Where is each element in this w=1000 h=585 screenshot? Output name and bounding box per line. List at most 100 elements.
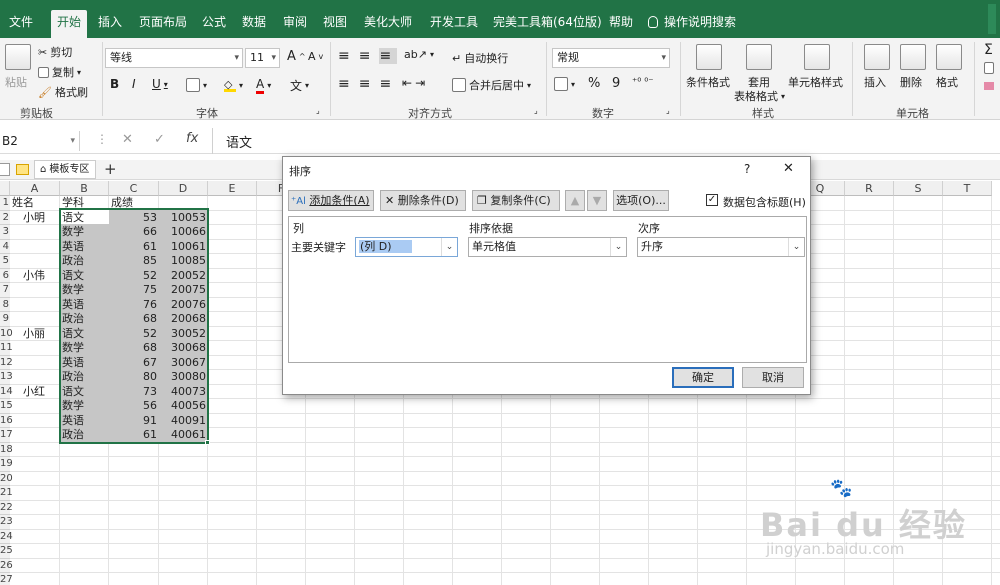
cell-c[interactable]: 52 (109, 327, 157, 342)
underline-button[interactable]: U ▾ (152, 77, 168, 91)
comma-style-button[interactable]: 9 (612, 76, 620, 91)
cell-a[interactable]: 小伟 (23, 269, 60, 284)
delete-cells-icon[interactable] (900, 44, 926, 70)
row-header[interactable]: 25 (0, 544, 13, 559)
paste-icon[interactable] (5, 44, 31, 70)
cell-c[interactable]: 52 (109, 269, 157, 284)
wrap-text-button[interactable]: ↵ 自动换行 (452, 50, 508, 66)
cell-b[interactable]: 学科 (62, 196, 109, 211)
cell-d[interactable]: 10085 (159, 254, 206, 269)
cell-c[interactable]: 80 (109, 370, 157, 385)
order-select[interactable]: 升序 ⌄ (637, 237, 805, 257)
row-header[interactable]: 18 (0, 442, 13, 457)
grow-font-button[interactable]: A ^ (287, 49, 306, 64)
cell-d[interactable]: 10061 (159, 240, 206, 255)
cell-b[interactable]: 英语 (62, 356, 109, 371)
ribbon-tab[interactable]: 开发工具 (424, 10, 484, 36)
cell-c[interactable]: 66 (109, 225, 157, 240)
cell-b[interactable]: 语文 (62, 385, 109, 400)
ribbon-tab[interactable]: 审阅 (277, 10, 313, 36)
row-header[interactable]: 12 (0, 355, 13, 370)
column-header[interactable]: R (845, 181, 894, 196)
column-header[interactable]: C (109, 181, 159, 196)
row-header[interactable]: 14 (0, 384, 13, 399)
cell-b[interactable]: 语文 (62, 211, 109, 226)
cell-c[interactable]: 61 (109, 428, 157, 443)
cell-d[interactable]: 20076 (159, 298, 206, 313)
cell-d[interactable]: 40056 (159, 399, 206, 414)
tell-me-search[interactable]: 操作说明搜索 (648, 13, 736, 30)
cell-d[interactable]: 30052 (159, 327, 206, 342)
cell-b[interactable]: 政治 (62, 370, 109, 385)
autosum-button[interactable]: Σ (984, 42, 993, 58)
ribbon-tab[interactable]: 插入 (92, 10, 128, 36)
row-header[interactable]: 20 (0, 471, 13, 486)
move-down-button[interactable]: ▼ (587, 190, 607, 211)
insert-cells-icon[interactable] (864, 44, 890, 70)
copy-button[interactable]: 复制 ▾ (38, 64, 81, 80)
insert-cells-button[interactable]: 插入 (864, 74, 886, 90)
cell-b[interactable]: 数学 (62, 225, 109, 240)
bold-button[interactable]: B (110, 77, 119, 91)
row-header[interactable]: 6 (0, 268, 10, 283)
column-header[interactable]: S (894, 181, 943, 196)
decimal-buttons[interactable]: ⁺⁰ ⁰⁻ (632, 77, 654, 88)
cell-d[interactable]: 20068 (159, 312, 206, 327)
cell-a[interactable]: 小明 (23, 211, 60, 226)
cut-button[interactable]: ✂ 剪切 (38, 44, 72, 60)
font-name-combo[interactable]: 等线 ▾ (105, 48, 243, 68)
alignment-dialog-launcher[interactable]: ⌟ (534, 106, 538, 115)
conditional-format-icon[interactable] (696, 44, 722, 70)
cell-c[interactable]: 91 (109, 414, 157, 429)
has-headers-checkbox[interactable]: ✓ (706, 194, 718, 206)
ribbon-tab[interactable]: 文件 (3, 10, 39, 36)
add-level-button[interactable]: ⁺Al 添加条件(A) (288, 190, 374, 211)
row-header[interactable]: 22 (0, 500, 13, 515)
cell-b[interactable]: 语文 (62, 327, 109, 342)
cell-b[interactable]: 数学 (62, 399, 109, 414)
shrink-font-button[interactable]: Av (308, 50, 323, 63)
cell-b[interactable]: 数学 (62, 283, 109, 298)
cell-styles-button[interactable]: 单元格样式 (788, 74, 843, 90)
format-painter-button[interactable]: 🖌 格式刷 (38, 84, 88, 100)
row-header[interactable]: 4 (0, 239, 10, 254)
cell-d[interactable]: 20075 (159, 283, 206, 298)
cell-d[interactable]: 30080 (159, 370, 206, 385)
row-header[interactable]: 1 (0, 196, 10, 211)
cancel-entry-icon[interactable]: ✕ (122, 132, 133, 147)
cell-c[interactable]: 76 (109, 298, 157, 313)
folder-icon[interactable] (16, 164, 29, 175)
cell-d[interactable]: 10053 (159, 211, 206, 226)
cell-d[interactable]: 40061 (159, 428, 206, 443)
close-button[interactable]: ✕ (783, 161, 794, 176)
font-color-button[interactable]: A ▾ (256, 77, 271, 94)
cell-b[interactable]: 政治 (62, 428, 109, 443)
row-header[interactable]: 26 (0, 558, 13, 573)
row-header[interactable]: 21 (0, 486, 13, 501)
column-header[interactable]: E (208, 181, 257, 196)
paste-button[interactable]: 粘贴 (5, 74, 27, 90)
row-header[interactable]: 9 (0, 312, 10, 327)
ribbon-tab[interactable]: 公式 (196, 10, 232, 36)
cell-c[interactable]: 68 (109, 341, 157, 356)
cell-d[interactable]: 30067 (159, 356, 206, 371)
confirm-entry-icon[interactable]: ✓ (154, 132, 165, 147)
cell-c[interactable]: 68 (109, 312, 157, 327)
cell-c[interactable]: 75 (109, 283, 157, 298)
cell-d[interactable]: 40091 (159, 414, 206, 429)
cell-a[interactable]: 姓名 (12, 196, 49, 211)
number-format-combo[interactable]: 常规 ▾ (552, 48, 670, 68)
cell-c[interactable]: 56 (109, 399, 157, 414)
sort-on-select[interactable]: 单元格值 ⌄ (468, 237, 627, 257)
ok-button[interactable]: 确定 (672, 367, 734, 388)
italic-button[interactable]: I (132, 77, 136, 91)
row-header[interactable]: 2 (0, 210, 10, 225)
fill-color-button[interactable]: ◇ ▾ (224, 78, 243, 92)
cell-a[interactable]: 小红 (23, 385, 60, 400)
delete-cells-button[interactable]: 删除 (900, 74, 922, 90)
ribbon-tab[interactable]: 完美工具箱(64位版) (487, 10, 608, 36)
accounting-format-button[interactable]: ▾ (554, 77, 575, 91)
format-cells-button[interactable]: 格式 (936, 74, 958, 90)
merge-center-button[interactable]: 合并后居中 ▾ (452, 77, 531, 93)
format-cells-icon[interactable] (936, 44, 962, 70)
